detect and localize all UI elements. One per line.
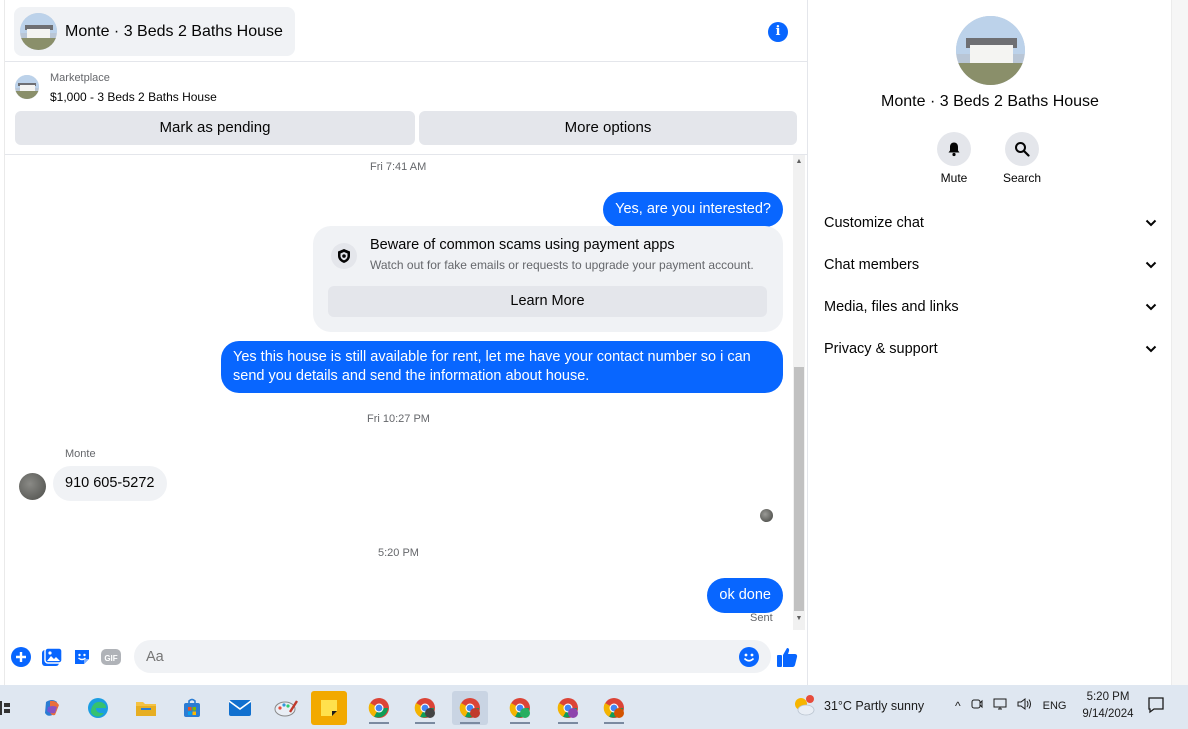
outgoing-message[interactable]: ok done bbox=[707, 578, 783, 613]
scroll-up-arrow[interactable]: ▲ bbox=[794, 158, 804, 165]
sticky-notes-icon[interactable] bbox=[311, 691, 347, 725]
message-input[interactable] bbox=[134, 640, 771, 673]
shield-icon bbox=[331, 243, 357, 269]
microsoft-store-icon[interactable] bbox=[174, 691, 210, 725]
file-explorer-icon[interactable] bbox=[128, 691, 164, 725]
privacy-support-section[interactable]: Privacy & support bbox=[824, 334, 1157, 364]
listing-avatar bbox=[20, 13, 57, 50]
message-composer: GIF bbox=[5, 633, 808, 683]
system-tray: ^ ENG bbox=[955, 698, 1066, 713]
paint-icon[interactable] bbox=[268, 691, 304, 725]
chat-members-section[interactable]: Chat members bbox=[824, 250, 1157, 280]
copilot-icon[interactable] bbox=[34, 691, 70, 725]
section-label: Chat members bbox=[824, 257, 920, 273]
chrome-profile-icon[interactable] bbox=[596, 691, 632, 725]
listing-price-title[interactable]: $1,000 - 3 Beds 2 Baths House bbox=[50, 90, 217, 104]
gif-icon[interactable]: GIF bbox=[101, 646, 123, 668]
thumbs-up-icon[interactable] bbox=[776, 646, 798, 668]
timestamp: Fri 10:27 PM bbox=[367, 413, 430, 425]
app-running-indicator bbox=[460, 722, 480, 724]
mail-icon[interactable] bbox=[222, 691, 258, 725]
bell-icon bbox=[948, 142, 960, 157]
plus-icon[interactable] bbox=[10, 646, 32, 668]
language-indicator[interactable]: ENG bbox=[1043, 700, 1067, 712]
mute-label: Mute bbox=[940, 171, 968, 185]
meet-now-icon[interactable] bbox=[971, 698, 983, 713]
message-list: Fri 7:41 AM Yes, are you interested? Bew… bbox=[5, 155, 808, 630]
scam-warning-card: Beware of common scams using payment app… bbox=[313, 226, 783, 332]
listing-source: Marketplace bbox=[50, 72, 110, 84]
marketplace-listing-bar: Marketplace $1,000 - 3 Beds 2 Baths Hous… bbox=[5, 62, 808, 155]
info-icon[interactable]: i bbox=[768, 22, 788, 42]
details-title: Monte · 3 Beds 2 Baths House bbox=[881, 93, 1099, 110]
listing-thumbnail[interactable] bbox=[15, 75, 39, 99]
clock-date: 9/14/2024 bbox=[1082, 708, 1134, 720]
scrollbar-thumb[interactable] bbox=[794, 367, 804, 611]
search-label: Search bbox=[1002, 171, 1042, 185]
incoming-message[interactable]: 910 605-5272 bbox=[53, 466, 167, 501]
taskbar-clock[interactable]: 5:20 PM 9/14/2024 bbox=[1078, 689, 1138, 723]
message-status: Sent bbox=[750, 612, 773, 624]
app-running-indicator bbox=[510, 722, 530, 724]
app-running-indicator bbox=[415, 722, 435, 724]
chevron-down-icon bbox=[1145, 219, 1157, 227]
search-button[interactable] bbox=[1005, 132, 1039, 166]
notifications-icon[interactable] bbox=[1147, 696, 1165, 714]
chat-header: Monte · 3 Beds 2 Baths House i bbox=[5, 0, 808, 62]
conversation-details-pane: Monte · 3 Beds 2 Baths House Mute Search… bbox=[809, 0, 1171, 685]
chat-pane: Monte · 3 Beds 2 Baths House i Marketpla… bbox=[5, 0, 808, 685]
weather-text: 31°C Partly sunny bbox=[824, 699, 925, 713]
more-options-button[interactable]: More options bbox=[419, 111, 797, 145]
sticker-icon[interactable] bbox=[71, 646, 93, 668]
photo-icon[interactable] bbox=[41, 646, 63, 668]
sender-avatar[interactable] bbox=[19, 473, 46, 500]
windows-taskbar: 31°C Partly sunny ^ ENG 5:20 PM 9/14/202… bbox=[0, 685, 1188, 729]
chrome-profile-icon[interactable] bbox=[550, 691, 586, 725]
edge-icon[interactable] bbox=[80, 691, 116, 725]
mute-button[interactable] bbox=[937, 132, 971, 166]
emoji-icon[interactable] bbox=[738, 646, 760, 668]
chevron-down-icon bbox=[1145, 261, 1157, 269]
sender-name: Monte bbox=[65, 448, 96, 460]
chevron-down-icon bbox=[1145, 303, 1157, 311]
gif-label: GIF bbox=[104, 654, 117, 663]
network-icon[interactable] bbox=[993, 698, 1007, 713]
section-label: Media, files and links bbox=[824, 299, 959, 315]
read-receipt-avatar bbox=[760, 509, 773, 522]
outgoing-message[interactable]: Yes this house is still available for re… bbox=[221, 341, 783, 393]
volume-icon[interactable] bbox=[1017, 698, 1033, 713]
app-running-indicator bbox=[369, 722, 389, 724]
chrome-profile-icon[interactable] bbox=[407, 691, 443, 725]
scam-warning-description: Watch out for fake emails or requests to… bbox=[370, 258, 754, 272]
learn-more-button[interactable]: Learn More bbox=[328, 286, 767, 317]
chrome-profile-icon[interactable] bbox=[452, 691, 488, 725]
timestamp: 5:20 PM bbox=[378, 547, 419, 559]
app-running-indicator bbox=[604, 722, 624, 724]
details-avatar[interactable] bbox=[956, 16, 1025, 85]
chrome-profile-icon[interactable] bbox=[502, 691, 538, 725]
page-scrollbar[interactable] bbox=[1171, 0, 1188, 685]
timestamp: Fri 7:41 AM bbox=[370, 161, 427, 173]
scam-warning-title: Beware of common scams using payment app… bbox=[370, 237, 675, 253]
conversation-title: Monte · 3 Beds 2 Baths House bbox=[65, 22, 283, 40]
outgoing-message[interactable]: Yes, are you interested? bbox=[603, 192, 783, 227]
chrome-icon[interactable] bbox=[361, 691, 397, 725]
partly-sunny-icon bbox=[795, 695, 815, 716]
clock-time: 5:20 PM bbox=[1086, 691, 1130, 703]
scroll-down-arrow[interactable]: ▼ bbox=[794, 615, 804, 622]
section-label: Privacy & support bbox=[824, 341, 938, 357]
chevron-down-icon bbox=[1145, 345, 1157, 353]
chevron-up-icon[interactable]: ^ bbox=[955, 699, 961, 713]
conversation-title-button[interactable]: Monte · 3 Beds 2 Baths House bbox=[14, 7, 295, 56]
mark-as-pending-button[interactable]: Mark as pending bbox=[15, 111, 415, 145]
search-icon bbox=[1015, 142, 1030, 157]
media-files-links-section[interactable]: Media, files and links bbox=[824, 292, 1157, 322]
app-running-indicator bbox=[558, 722, 578, 724]
task-view-icon[interactable] bbox=[0, 691, 16, 725]
weather-widget[interactable]: 31°C Partly sunny bbox=[792, 695, 924, 717]
customize-chat-section[interactable]: Customize chat bbox=[824, 208, 1157, 238]
section-label: Customize chat bbox=[824, 215, 924, 231]
